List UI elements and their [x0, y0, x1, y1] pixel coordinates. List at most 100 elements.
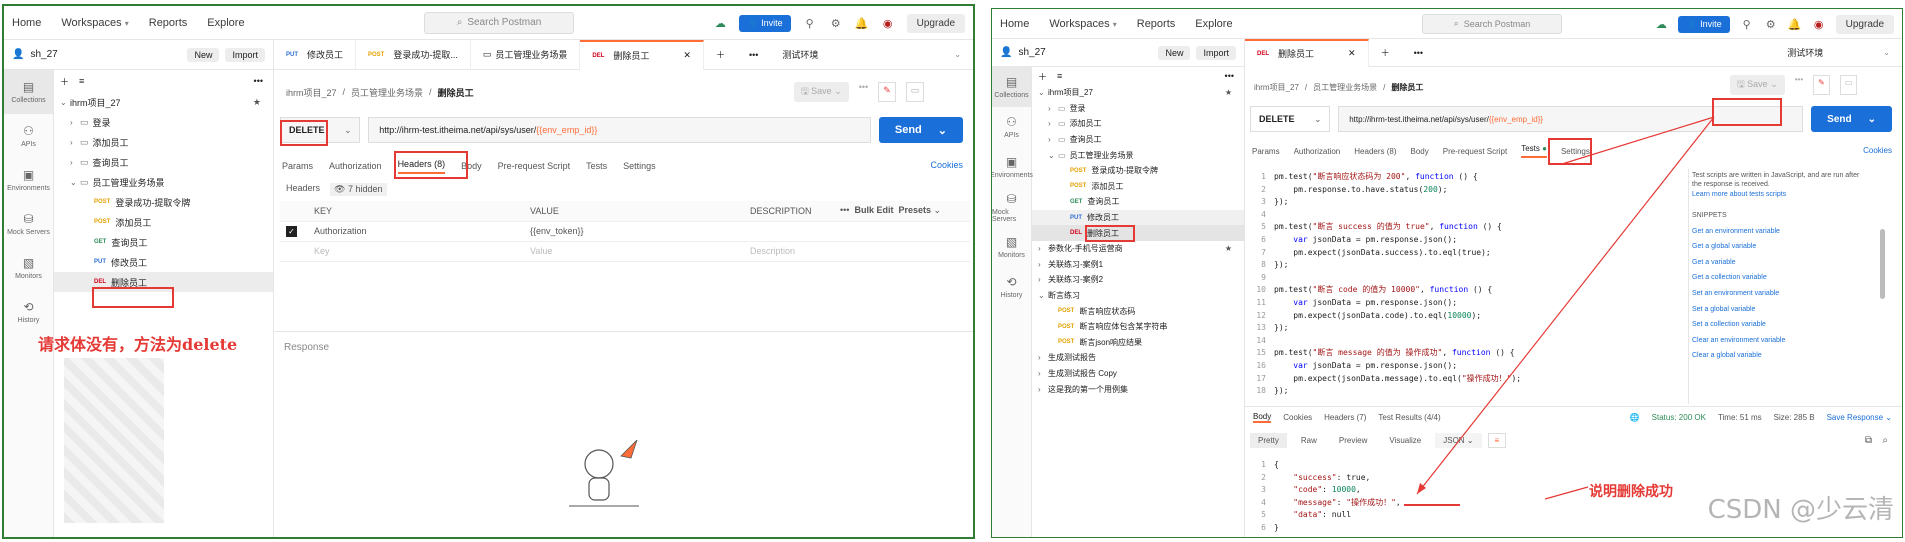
value-placeholder[interactable]: Value [524, 241, 744, 262]
tab-tests[interactable]: Tests [586, 161, 607, 171]
mock-icon: ⛁ [23, 212, 34, 226]
folder-icon: ▭ [80, 176, 89, 187]
apis-icon: ⚇ [23, 124, 34, 138]
top-nav: Home Workspaces ▾ Reports Explore ⌕ Searc… [4, 6, 973, 40]
tree-toolbar: ＋ ≡ ••• [54, 70, 273, 92]
collections-icon: ▤ [22, 80, 35, 94]
rail-apis[interactable]: ⚇ APIs [4, 114, 53, 158]
plus-icon[interactable]: ＋ [60, 75, 69, 88]
desc-placeholder[interactable]: Description [744, 241, 834, 262]
workspace-name: sh_27 [30, 49, 58, 60]
close-icon[interactable]: ✕ [683, 50, 691, 61]
env-select[interactable]: 测试环境 ⌄ [770, 40, 973, 70]
folder-icon: ▭ [80, 116, 89, 127]
save-button[interactable]: 🖫 Save ⌄ [794, 82, 849, 102]
nav-explore[interactable]: Explore [207, 17, 244, 29]
tab-params[interactable]: Params [282, 161, 313, 171]
annotation-text: 请求体没有，方法为delete [38, 335, 238, 354]
sync-icon[interactable]: ☁ [713, 17, 727, 30]
more-icon[interactable]: ••• [737, 40, 770, 70]
headers-bar: Headers 👁 7 hidden [286, 183, 387, 196]
history-icon: ⟲ [23, 300, 34, 314]
url-row: DELETE ⌄ http://ihrm-test.itheima.net/api… [280, 116, 963, 144]
rail-collections[interactable]: ▤ Collections [4, 70, 53, 114]
new-button[interactable]: New [187, 47, 220, 62]
rail-environments[interactable]: ▣ Environments [4, 158, 53, 202]
col-actions: ••• Bulk Edit Presets ⌄ [834, 201, 970, 222]
tree-item[interactable]: › ▭ 查询员工 [54, 152, 273, 172]
tree-item[interactable]: GET 查询员工 [54, 232, 273, 252]
monitor-icon: ▧ [22, 256, 35, 270]
rail-mock-servers[interactable]: ⛁ Mock Servers [4, 202, 53, 246]
tree-item[interactable]: › ▭ 添加员工 [54, 132, 273, 152]
upgrade-button[interactable]: Upgrade [906, 13, 965, 33]
search-input[interactable]: ⌕ Search Postman [424, 11, 574, 34]
tree-item[interactable]: POST 添加员工 [54, 212, 273, 232]
new-tab-button[interactable]: ＋ [704, 40, 737, 70]
more-icon[interactable]: ••• [859, 82, 868, 102]
rail-monitors[interactable]: ▧ Monitors [4, 246, 53, 290]
workspace-header: 👤 sh_27 New Import [4, 40, 274, 70]
gear-icon[interactable]: ⚙ [829, 17, 843, 30]
hidden-toggle[interactable]: 👁 7 hidden [330, 183, 387, 196]
sidebar-rail: ▤ Collections ⚇ APIs ▣ Environments ⛁ Mock S… [4, 70, 54, 537]
satellite-icon[interactable]: ⚲ [803, 17, 817, 30]
astronaut-illustration [569, 439, 639, 507]
highlight-box [280, 120, 328, 146]
bell-icon[interactable]: 🔔 [855, 17, 869, 30]
folder-icon: ▭ [482, 49, 492, 59]
nav-reports[interactable]: Reports [149, 17, 188, 29]
environments-icon: ▣ [22, 168, 35, 182]
edit-icon[interactable]: ✎ [878, 82, 896, 102]
tab-bar: PUT 修改员工 POST 登录成功-提取... ▭ 员工管理业务场景 DEL 删除员工… [274, 39, 973, 70]
save-group: 🖫 Save ⌄ ••• ✎ ▭ [794, 82, 925, 102]
arrow-line [1561, 116, 1715, 165]
tab-folder[interactable]: ▭ 员工管理业务场景 [471, 39, 581, 70]
tab-post[interactable]: POST 登录成功-提取... [356, 39, 471, 70]
nav-workspaces[interactable]: Workspaces ▾ [61, 17, 128, 29]
tree-item[interactable]: POST 登录成功-提取令牌 [54, 192, 273, 212]
tab-pre-request[interactable]: Pre-request Script [498, 161, 571, 171]
rail-history[interactable]: ⟲ History [4, 290, 53, 334]
request-tabs: Params Authorization Headers (8) Body Pr… [282, 154, 656, 178]
folder-icon: ▭ [80, 136, 89, 147]
tree-item[interactable]: PUT 修改员工 [54, 252, 273, 272]
col-key: KEY [308, 201, 524, 222]
tree-item[interactable]: › ▭ 登录 [54, 112, 273, 132]
search-icon: ⌕ [456, 17, 463, 28]
key-placeholder[interactable]: Key [308, 241, 524, 262]
tab-settings[interactable]: Settings [623, 161, 656, 171]
avatar[interactable]: ◉ [881, 17, 895, 30]
arrow-line [1416, 116, 1715, 495]
response-panel: Response [274, 331, 973, 363]
star-icon[interactable]: ★ [253, 97, 261, 108]
headers-label: Headers [286, 183, 321, 193]
right-screenshot: Home Workspaces ▾ Reports Explore ⌕ Searc… [991, 8, 1903, 538]
chevron-down-icon: ▾ [124, 18, 129, 28]
col-value: VALUE [524, 201, 744, 222]
highlight-box [394, 151, 468, 179]
tab-authorization[interactable]: Authorization [329, 161, 382, 171]
header-value[interactable]: {{env_token}} [524, 221, 744, 242]
filter-icon[interactable]: ≡ [79, 76, 84, 86]
tab-put[interactable]: PUT 修改员工 [274, 39, 357, 70]
tab-delete[interactable]: DEL 删除员工 ✕ [580, 39, 704, 70]
tree-item[interactable]: ⌄ ihrm项目_27 ★ [54, 92, 273, 112]
invite-button[interactable]: 👤 Invite [739, 14, 791, 32]
blurred-region [64, 358, 164, 523]
import-button[interactable]: Import [225, 47, 265, 62]
comment-icon[interactable]: ▭ [905, 82, 925, 102]
headers-table: KEY VALUE DESCRIPTION ••• Bulk Edit Presets… [280, 201, 970, 262]
nav-home[interactable]: Home [12, 17, 41, 29]
cookies-link[interactable]: Cookies [930, 160, 963, 170]
bulk-edit-button[interactable]: Bulk Edit [854, 205, 893, 215]
send-button[interactable]: Send ⌄ [878, 117, 963, 143]
presets-button[interactable]: Presets [899, 205, 932, 215]
row-checkbox[interactable]: ✓ [286, 225, 297, 237]
url-input[interactable]: http://ihrm-test.itheima.net/api/sys/use… [368, 117, 871, 143]
user-icon: 👤 [12, 49, 25, 60]
breadcrumb: ihrm项目_27/员工管理业务场景 / 删除员工 [286, 87, 474, 98]
more-icon[interactable]: ••• [254, 76, 263, 86]
tree-item[interactable]: ⌄ ▭ 员工管理业务场景 [54, 172, 273, 192]
header-key[interactable]: Authorization [308, 221, 524, 242]
